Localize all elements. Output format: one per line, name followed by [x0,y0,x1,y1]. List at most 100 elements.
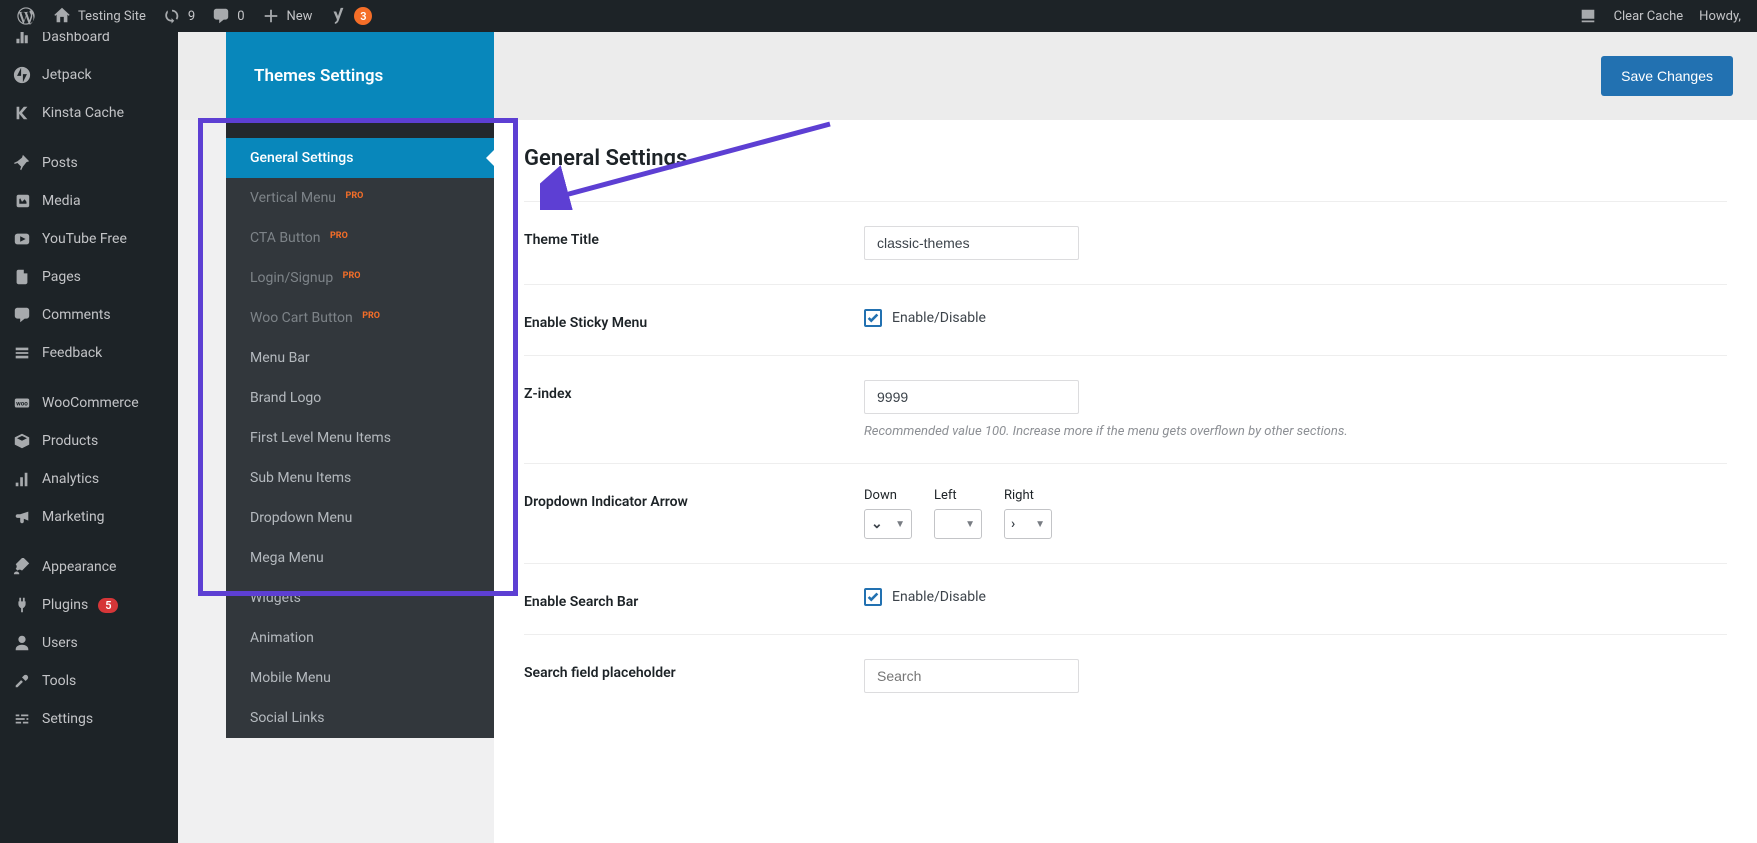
sidebar-item-media[interactable]: Media [0,182,178,220]
sidebar-item-marketing[interactable]: Marketing [0,498,178,536]
yoast-badge: 3 [354,7,372,25]
sidebar-label: Feedback [42,345,102,361]
youtube-icon [12,229,32,249]
sec-item-general-settings[interactable]: General Settings [226,138,494,178]
sec-item-cta-button[interactable]: CTA Button PRO [226,218,494,258]
left-arrow-select[interactable]: ▼ [934,509,982,539]
down-label: Down [864,488,912,503]
notifications-icon [1578,6,1598,26]
sec-item-vertical-menu[interactable]: Vertical Menu PRO [226,178,494,218]
dashboard-icon [12,32,32,47]
sec-item-sub-menu[interactable]: Sub Menu Items [226,458,494,498]
refresh-icon [162,6,182,26]
sec-item-social-links[interactable]: Social Links [226,698,494,738]
sidebar-item-users[interactable]: Users [0,624,178,662]
pin-icon [12,153,32,173]
sidebar-label: Dashboard [42,32,110,45]
sec-item-mega-menu[interactable]: Mega Menu [226,538,494,578]
updates-link[interactable]: 9 [154,0,203,32]
svg-text:woo: woo [16,400,28,408]
sidebar-item-appearance[interactable]: Appearance [0,548,178,586]
notifications-link[interactable] [1570,0,1606,32]
search-placeholder-input[interactable] [864,659,1079,693]
sec-label: Vertical Menu [250,190,336,206]
sidebar-item-pages[interactable]: Pages [0,258,178,296]
sidebar-label: Users [42,635,78,651]
sec-item-animation[interactable]: Animation [226,618,494,658]
save-changes-button[interactable]: Save Changes [1601,56,1733,96]
sec-item-woo-cart-button[interactable]: Woo Cart Button PRO [226,298,494,338]
plus-icon [261,6,281,26]
sidebar-item-jetpack[interactable]: Jetpack [0,56,178,94]
sec-item-mobile-menu[interactable]: Mobile Menu [226,658,494,698]
sidebar-item-plugins[interactable]: Plugins 5 [0,586,178,624]
row-zindex: Z-index Recommended value 100. Increase … [524,355,1727,463]
sidebar-item-kinsta[interactable]: Kinsta Cache [0,94,178,132]
megaphone-icon [12,507,32,527]
admin-bar: Testing Site 9 0 New 3 [0,0,1757,32]
right-arrow-select[interactable]: › ▼ [1004,509,1052,539]
theme-title-input[interactable] [864,226,1079,260]
new-label: New [287,9,313,24]
sec-item-dropdown-menu[interactable]: Dropdown Menu [226,498,494,538]
sidebar-label: Marketing [42,509,105,525]
pages-icon [12,267,32,287]
sec-label: Mobile Menu [250,670,331,686]
howdy-link[interactable]: Howdy, [1691,0,1749,32]
woocommerce-icon: woo [12,393,32,413]
sec-item-widgets[interactable]: Widgets [226,578,494,618]
sec-item-menu-bar[interactable]: Menu Bar [226,338,494,378]
sidebar-item-comments[interactable]: Comments [0,296,178,334]
pro-badge: PRO [346,191,364,201]
sidebar-item-feedback[interactable]: Feedback [0,334,178,372]
sec-label: Brand Logo [250,390,321,406]
search-bar-checkbox-wrap[interactable]: Enable/Disable [864,588,1727,606]
sticky-menu-checkbox-wrap[interactable]: Enable/Disable [864,309,1727,327]
sec-item-login-signup[interactable]: Login/Signup PRO [226,258,494,298]
sidebar-item-dashboard[interactable]: Dashboard [0,32,178,56]
comments-link[interactable]: 0 [203,0,252,32]
sidebar-label: WooCommerce [42,395,139,411]
left-label: Left [934,488,982,503]
checkbox-icon [864,588,882,606]
down-arrow-select[interactable]: ⌄ ▼ [864,509,912,539]
sidebar-item-analytics[interactable]: Analytics [0,460,178,498]
sec-label: Social Links [250,710,325,726]
themes-settings-title-block: Themes Settings [226,32,494,120]
caret-down-icon: ▼ [895,519,905,530]
sidebar-item-youtube[interactable]: YouTube Free [0,220,178,258]
checkbox-icon [864,309,882,327]
jetpack-icon [12,65,32,85]
sidebar-label: YouTube Free [42,231,127,247]
wp-logo-menu[interactable] [8,0,44,32]
sidebar-item-products[interactable]: Products [0,422,178,460]
sidebar-item-settings[interactable]: Settings [0,700,178,738]
sidebar-label: Tools [42,673,76,689]
pro-badge: PRO [330,231,348,241]
sec-item-first-level-menu[interactable]: First Level Menu Items [226,418,494,458]
zindex-input[interactable] [864,380,1079,414]
row-search-bar: Enable Search Bar Enable/Disable [524,563,1727,634]
form-heading: General Settings [524,146,1727,171]
sidebar-label: Plugins [42,597,88,613]
row-sticky-menu: Enable Sticky Menu Enable/Disable [524,284,1727,355]
caret-down-icon: ▼ [965,519,975,530]
sidebar-item-tools[interactable]: Tools [0,662,178,700]
new-content-link[interactable]: New [253,0,321,32]
themes-settings-title: Themes Settings [254,66,383,86]
sidebar-label: Analytics [42,471,99,487]
sidebar-item-posts[interactable]: Posts [0,144,178,182]
clear-cache-link[interactable]: Clear Cache [1606,0,1692,32]
sec-label: CTA Button [250,230,321,246]
enable-disable-label: Enable/Disable [892,310,986,326]
sec-label: Mega Menu [250,550,324,566]
theme-settings-sidebar: General Settings Vertical Menu PRO CTA B… [226,120,494,738]
sec-item-brand-logo[interactable]: Brand Logo [226,378,494,418]
sidebar-item-woocommerce[interactable]: woo WooCommerce [0,384,178,422]
page-header: Themes Settings Save Changes [178,32,1757,120]
sidebar-label: Media [42,193,81,209]
wp-admin-sidebar: Dashboard Jetpack Kinsta Cache Posts Med… [0,32,178,843]
site-home-link[interactable]: Testing Site [44,0,154,32]
yoast-link[interactable]: 3 [320,0,380,32]
right-label: Right [1004,488,1052,503]
